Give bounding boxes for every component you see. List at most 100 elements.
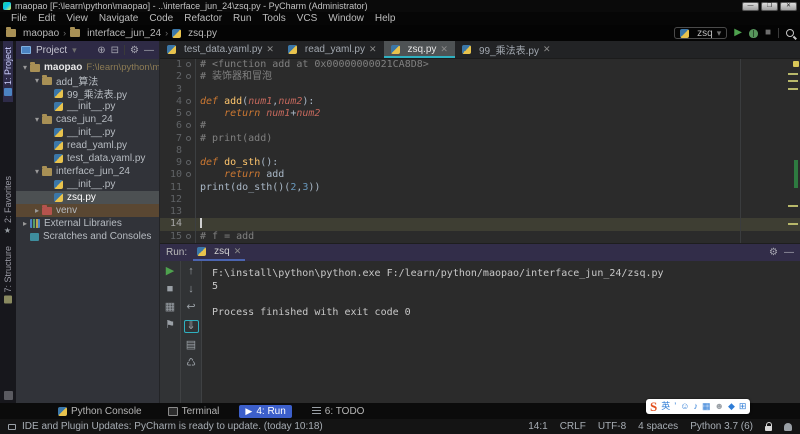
scroll-to-end-toggle[interactable]: ⇓ [184, 320, 199, 333]
breadcrumb-item-maopao[interactable]: maopao [6, 28, 59, 39]
collapse-all-icon[interactable]: ⊟ [111, 45, 119, 56]
menu-item-window[interactable]: Window [323, 13, 369, 24]
code-text[interactable]: print(do_sth()(2,3)) [196, 182, 800, 194]
code-line-11[interactable]: 11print(do_sth()(2,3)) [160, 182, 800, 194]
code-line-1[interactable]: 1# <function add at 0x00000000021CA8D8> [160, 59, 800, 71]
code-text[interactable]: return add [196, 169, 800, 181]
code-text[interactable] [196, 145, 800, 157]
punctuation-icon[interactable]: ’ [674, 402, 676, 411]
event-log-icon[interactable] [8, 424, 16, 430]
tab-close-icon[interactable]: ✕ [234, 246, 242, 257]
code-line-3[interactable]: 3 [160, 84, 800, 96]
sogou-logo[interactable]: S [650, 399, 657, 415]
code-line-2[interactable]: 2# 装饰器和冒泡 [160, 71, 800, 83]
tab-close-icon[interactable]: ✕ [266, 44, 274, 55]
tree-arrow-icon[interactable]: ▸ [32, 206, 42, 215]
tab-close-icon[interactable]: ✕ [543, 44, 551, 55]
tree-item-scratches-and-consoles[interactable]: Scratches and Consoles [16, 230, 159, 243]
toolwindow-button-4-run[interactable]: ▶4: Run [239, 405, 291, 418]
menu-item-refactor[interactable]: Refactor [179, 13, 227, 24]
editor-tab-test-data-yaml-py[interactable]: test_data.yaml.py✕ [160, 41, 281, 58]
status-message[interactable]: IDE and Plugin Updates: PyCharm is ready… [22, 421, 522, 432]
code-text[interactable]: return num1+num2 [196, 108, 800, 120]
tree-arrow-icon[interactable]: ▾ [32, 167, 42, 176]
fold-marker-icon[interactable] [184, 120, 196, 132]
warning-stripe-mark[interactable] [788, 73, 798, 75]
menu-item-view[interactable]: View [61, 13, 93, 24]
fold-marker-icon[interactable] [184, 157, 196, 169]
tree-item-venv[interactable]: ▸venv [16, 204, 159, 217]
error-stripe-status[interactable] [793, 61, 799, 67]
lock-icon[interactable] [765, 426, 772, 431]
menu-item-help[interactable]: Help [370, 13, 401, 24]
debug-button[interactable] [749, 29, 758, 38]
warning-stripe-mark[interactable] [788, 205, 798, 207]
tree-arrow-icon[interactable]: ▸ [20, 219, 30, 228]
toolwindow-button-6-todo[interactable]: 6: TODO [306, 405, 371, 418]
code-line-4[interactable]: 4def add(num1,num2): [160, 96, 800, 108]
code-line-6[interactable]: 6# [160, 120, 800, 132]
code-text[interactable]: # 装饰器和冒泡 [196, 71, 800, 83]
fold-marker-icon[interactable] [184, 169, 196, 181]
toolwindow-button-python-console[interactable]: Python Console [52, 405, 148, 418]
code-line-5[interactable]: 5 return num1+num2 [160, 108, 800, 120]
hector-inspections-icon[interactable] [784, 423, 792, 431]
tree-item-init-py[interactable]: __init__.py [16, 126, 159, 139]
tree-arrow-icon[interactable]: ▾ [32, 76, 42, 85]
gear-icon[interactable]: ⚙ [130, 45, 139, 56]
code-line-14[interactable]: 14 [160, 218, 800, 230]
mic-icon[interactable]: ♪ [693, 402, 698, 411]
tree-item-case-jun-24[interactable]: ▾case_jun_24 [16, 113, 159, 126]
run-console-output[interactable]: F:\install\python\python.exe F:/learn/py… [202, 261, 800, 403]
menu-item-navigate[interactable]: Navigate [94, 13, 143, 24]
fold-marker-icon[interactable] [184, 133, 196, 145]
code-text[interactable] [196, 194, 800, 206]
toolwindow-switcher-icon[interactable] [4, 391, 13, 400]
tab-close-icon[interactable]: ✕ [369, 44, 377, 55]
stop-button[interactable]: ■ [163, 284, 178, 295]
tree-item-99-py[interactable]: 99_乘法表.py [16, 87, 159, 100]
toolwindow-button-structure[interactable]: 7: Structure [3, 240, 13, 310]
editor-tab-read-yaml-py[interactable]: read_yaml.py✕ [281, 41, 384, 58]
user-icon[interactable]: ☻ [714, 402, 723, 411]
skin-icon[interactable]: ◆ [728, 402, 735, 411]
code-line-12[interactable]: 12 [160, 194, 800, 206]
restore-layout-button[interactable]: ▦ [163, 302, 178, 313]
line-separator-widget[interactable]: CRLF [560, 421, 586, 432]
fold-marker-icon[interactable] [184, 231, 196, 243]
code-line-8[interactable]: 8 [160, 145, 800, 157]
toolwindow-button-terminal[interactable]: Terminal [162, 405, 226, 418]
pin-tab-button[interactable]: ⚑ [163, 320, 178, 331]
maximize-button[interactable]: ❐ [761, 2, 778, 11]
code-line-10[interactable]: 10 return add [160, 169, 800, 181]
fold-marker-icon[interactable] [184, 108, 196, 120]
tree-arrow-icon[interactable]: ▾ [32, 115, 42, 124]
toolwindow-button-project[interactable]: 1: Project [3, 41, 13, 102]
breadcrumb-item-zsq-py[interactable]: zsq.py [172, 28, 217, 39]
hide-panel-icon[interactable]: — [784, 247, 794, 258]
tree-arrow-icon[interactable]: ▾ [20, 63, 30, 72]
locate-file-icon[interactable]: ⊕ [97, 45, 105, 56]
stop-button[interactable]: ■ [765, 28, 771, 38]
tree-item-init-py[interactable]: __init__.py [16, 178, 159, 191]
code-line-15[interactable]: 15# f = add [160, 231, 800, 243]
fold-marker-icon[interactable] [184, 59, 196, 71]
tree-item-init-py[interactable]: __init__.py [16, 100, 159, 113]
fold-marker-icon[interactable] [184, 71, 196, 83]
rerun-button[interactable]: ▶ [163, 266, 178, 277]
code-line-7[interactable]: 7# print(add) [160, 133, 800, 145]
fold-marker-icon[interactable] [184, 96, 196, 108]
scrollbar-thumb[interactable] [794, 160, 798, 188]
code-line-9[interactable]: 9def do_sth(): [160, 157, 800, 169]
search-everywhere-icon[interactable] [786, 29, 794, 37]
warning-stripe-mark[interactable] [788, 223, 798, 225]
down-stack-trace-button[interactable]: ↓ [184, 284, 199, 295]
run-config-selector[interactable]: zsq ▾ [674, 27, 727, 39]
tree-item-test-data-yaml-py[interactable]: test_data.yaml.py [16, 152, 159, 165]
menu-item-run[interactable]: Run [228, 13, 256, 24]
print-button[interactable]: ▤ [184, 340, 199, 351]
keyboard-icon[interactable]: ▦ [702, 402, 711, 411]
indent-widget[interactable]: 4 spaces [638, 421, 678, 432]
breadcrumb-item-interface-jun-24[interactable]: interface_jun_24 [70, 28, 161, 39]
tree-item-interface-jun-24[interactable]: ▾interface_jun_24 [16, 165, 159, 178]
